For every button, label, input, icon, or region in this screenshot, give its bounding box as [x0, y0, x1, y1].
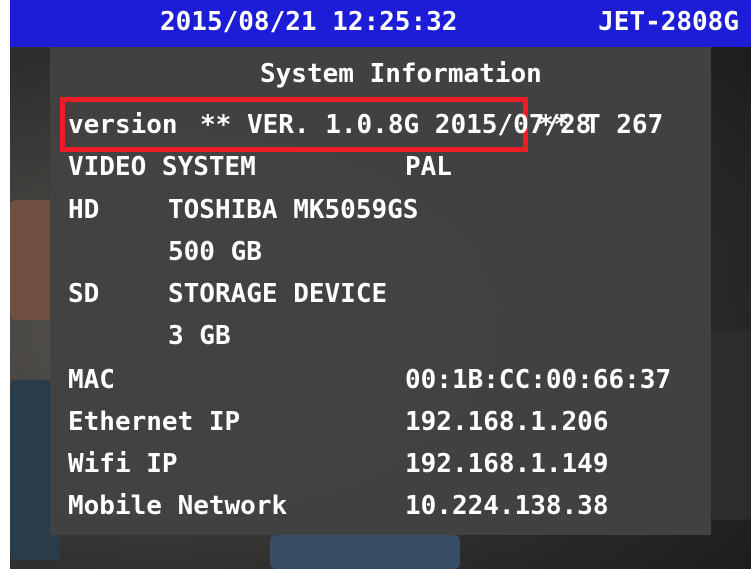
mobile-network-label: Mobile Network: [68, 491, 288, 521]
dvr-screen: 2015/08/21 12:25:32 JET-2808G System Inf…: [10, 0, 751, 569]
version-value: ** VER. 1.0.8G 2015/07/28: [200, 110, 592, 140]
sd-name: STORAGE DEVICE: [168, 279, 388, 309]
device-model: JET-2808G: [598, 7, 739, 37]
camera-feed-background: [270, 535, 460, 569]
wifi-ip-label: Wifi IP: [68, 449, 178, 479]
camera-feed-background: [10, 200, 55, 320]
sd-size: 3 GB: [168, 321, 231, 351]
video-system-label: VIDEO SYSTEM: [68, 152, 256, 182]
system-information-panel: System Information version ** VER. 1.0.8…: [50, 47, 711, 535]
hd-size: 500 GB: [168, 237, 262, 267]
wifi-ip-value: 192.168.1.149: [405, 449, 609, 479]
video-system-value: PAL: [405, 152, 452, 182]
datetime-display: 2015/08/21 12:25:32: [160, 7, 458, 37]
mac-label: MAC: [68, 365, 115, 395]
panel-title: System Information: [260, 59, 542, 89]
camera-feed-background: [710, 330, 751, 520]
ethernet-ip-label: Ethernet IP: [68, 407, 241, 437]
sd-label: SD: [68, 279, 100, 309]
version-label: version: [68, 110, 178, 140]
status-bar: 2015/08/21 12:25:32 JET-2808G: [10, 0, 751, 47]
mobile-network-value: 10.224.138.38: [405, 491, 609, 521]
ethernet-ip-value: 192.168.1.206: [405, 407, 609, 437]
version-build: ** T 267: [538, 110, 664, 140]
hd-model: TOSHIBA MK5059GS: [168, 195, 419, 225]
hd-label: HD: [68, 195, 100, 225]
mac-value: 00:1B:CC:00:66:37: [405, 365, 672, 395]
